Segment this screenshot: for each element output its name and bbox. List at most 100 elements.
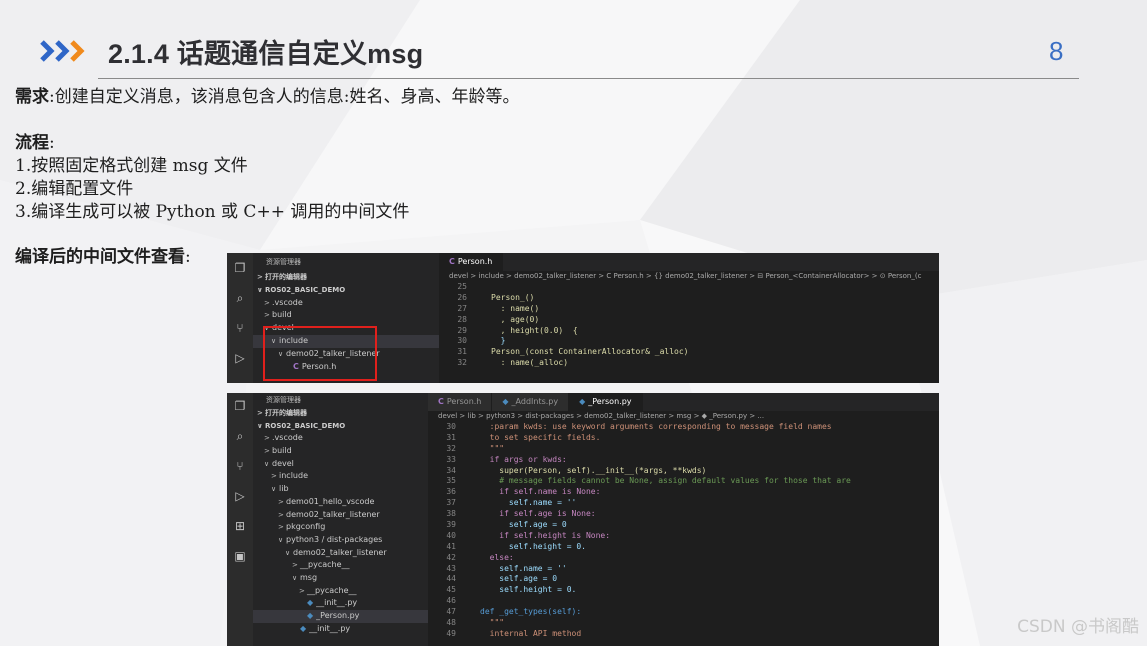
code-line: 44 self.age = 0 — [428, 574, 939, 585]
code-line: 49 internal API method — [428, 629, 939, 640]
tab-person-h[interactable]: C Person.h — [439, 253, 504, 271]
tree-item-label: demo01_hello_vscode — [286, 496, 375, 506]
editor-tabs: C Person.h — [439, 253, 939, 271]
code-text: to set specific fields. — [480, 432, 601, 442]
code-line: 46 — [428, 596, 939, 607]
editor-tab[interactable]: ◆ _Person.py — [569, 393, 643, 411]
code-text: if self.age is None: — [480, 509, 596, 519]
line-number: 43 — [446, 563, 456, 573]
code-text: Person_() — [491, 292, 535, 302]
tree-item[interactable]: ∨ ROS02_BASIC_DEMO — [253, 284, 439, 297]
tree-item[interactable]: ∨ msg — [253, 572, 439, 585]
process-heading: 流程: — [15, 132, 55, 155]
source-control-icon[interactable]: ⑂ — [233, 321, 247, 335]
tree-item-label: 打开的编辑器 — [265, 409, 307, 417]
tree-item[interactable]: > __pycache__ — [253, 585, 439, 598]
tree-item[interactable]: ◆ __init__.py — [253, 623, 439, 636]
tab-label: Person.h — [457, 257, 493, 266]
line-number: 30 — [446, 422, 456, 431]
source-control-icon[interactable]: ⑂ — [233, 459, 247, 473]
code-line: 27 : name() — [439, 304, 939, 315]
tree-item[interactable]: > 打开的编辑器 — [253, 407, 439, 420]
editor-tabs: C Person.h ◆ _AddInts.py ◆ _Person.py — [428, 393, 939, 411]
tab-label: Person.h — [446, 397, 482, 406]
extensions-icon[interactable]: ⊞ — [233, 519, 247, 533]
tree-item[interactable]: ◆ _Person.py — [253, 610, 439, 623]
code-text: super(Person, self).__init__(*args, **kw… — [480, 465, 707, 475]
process-colon: : — [49, 133, 55, 153]
tree-item[interactable]: > build — [253, 445, 439, 458]
remote-icon[interactable]: ▣ — [233, 549, 247, 563]
title-divider — [98, 78, 1079, 79]
tree-item[interactable]: ∨ lib — [253, 483, 439, 496]
line-number: 33 — [446, 454, 456, 464]
chevron-right-icon: > — [264, 447, 270, 456]
line-number: 34 — [446, 465, 456, 475]
code-line: 26 Person_() — [439, 293, 939, 304]
search-icon[interactable]: ⌕ — [233, 429, 247, 443]
explorer-header: 资源管理器 — [266, 396, 301, 404]
process-step: 1.按照固定格式创建 msg 文件 — [15, 156, 248, 176]
tree-item-label: __pycache__ — [307, 585, 357, 595]
tree-item[interactable]: > 打开的编辑器 — [253, 271, 439, 284]
explorer-icon[interactable]: ❐ — [233, 261, 247, 275]
tree-item[interactable]: ∨ python3 / dist-packages — [253, 534, 439, 547]
watermark: CSDN @书阁酷 — [1017, 617, 1139, 637]
code-view[interactable]: 25 26 Person_() 27 : name() 28 , age(0) 29 , … — [439, 282, 939, 369]
tree-item[interactable]: ∨ devel — [253, 458, 439, 471]
search-icon[interactable]: ⌕ — [233, 291, 247, 305]
run-debug-icon[interactable]: ▷ — [233, 489, 247, 503]
line-number: 25 — [457, 282, 467, 291]
chevron-down-icon: ∨ — [257, 285, 263, 294]
tab-label: _AddInts.py — [511, 397, 559, 406]
python-file-icon: ◆ — [307, 611, 314, 620]
code-line: 32 : name(_alloc) — [439, 358, 939, 369]
explorer-icon[interactable]: ❐ — [233, 399, 247, 413]
editor-tab[interactable]: C Person.h — [428, 393, 493, 411]
tree-item[interactable]: ∨ ROS02_BASIC_DEMO — [253, 420, 439, 433]
tree-item[interactable]: > demo01_hello_vscode — [253, 496, 439, 509]
tree-item[interactable]: > demo02_talker_listener — [253, 509, 439, 522]
vscode-screenshot-person-py: ❐ ⌕ ⑂ ▷ ⊞ ▣ 资源管理器 > 打开的编辑器 ∨ ROS02_BASIC_DE… — [227, 393, 939, 646]
process-step: 3.编译生成可以被 Python 或 C++ 调用的中间文件 — [15, 202, 410, 222]
tree-item[interactable]: > build — [253, 309, 439, 322]
editor-tab[interactable]: ◆ _AddInts.py — [492, 393, 570, 411]
tree-item[interactable]: > include — [253, 470, 439, 483]
code-line: 31 to set specific fields. — [428, 433, 939, 444]
code-view[interactable]: 30 :param kwds: use keyword arguments co… — [428, 422, 939, 640]
tree-item[interactable]: ∨ demo02_talker_listener — [253, 547, 439, 560]
tree-item[interactable]: > pkgconfig — [253, 521, 439, 534]
code-text: Person_(const ContainerAllocator& _alloc… — [491, 347, 689, 357]
tree-item-label: .vscode — [272, 433, 303, 443]
line-number: 31 — [446, 432, 456, 442]
chevron-right-icon: > — [278, 497, 284, 506]
code-text: internal API method — [480, 628, 582, 638]
tree-item[interactable]: ◆ __init__.py — [253, 597, 439, 610]
explorer-sidebar: 资源管理器 > 打开的编辑器 ∨ ROS02_BASIC_DEMO > .vscode > b… — [253, 393, 439, 646]
code-line: 37 self.name = '' — [428, 498, 939, 509]
tree-item[interactable]: > __pycache__ — [253, 559, 439, 572]
code-text: : name() — [491, 303, 540, 313]
chevron-right-icon: > — [299, 586, 305, 595]
chevron-down-icon: ∨ — [264, 459, 270, 468]
code-line: 33 if args or kwds: — [428, 455, 939, 466]
code-line: 41 self.height = 0. — [428, 542, 939, 553]
run-debug-icon[interactable]: ▷ — [233, 351, 247, 365]
tree-item[interactable]: > .vscode — [253, 432, 439, 445]
breadcrumb[interactable]: devel > include > demo02_talker_listener… — [439, 271, 939, 282]
line-number: 30 — [457, 336, 467, 346]
code-text: """ — [480, 443, 505, 453]
breadcrumb[interactable]: devel > lib > python3 > dist-packages > … — [428, 411, 939, 422]
line-number: 36 — [446, 487, 456, 497]
tab-label: _Person.py — [588, 397, 632, 406]
requirement-label: 需求 — [15, 87, 49, 107]
chevron-down-icon: ∨ — [292, 573, 298, 582]
tree-item[interactable]: > .vscode — [253, 297, 439, 310]
tree-item-label: __pycache__ — [300, 560, 350, 570]
tree-item-label: msg — [300, 572, 318, 582]
line-number: 42 — [446, 552, 456, 562]
line-number: 32 — [446, 443, 456, 453]
code-line: 25 — [439, 282, 939, 293]
